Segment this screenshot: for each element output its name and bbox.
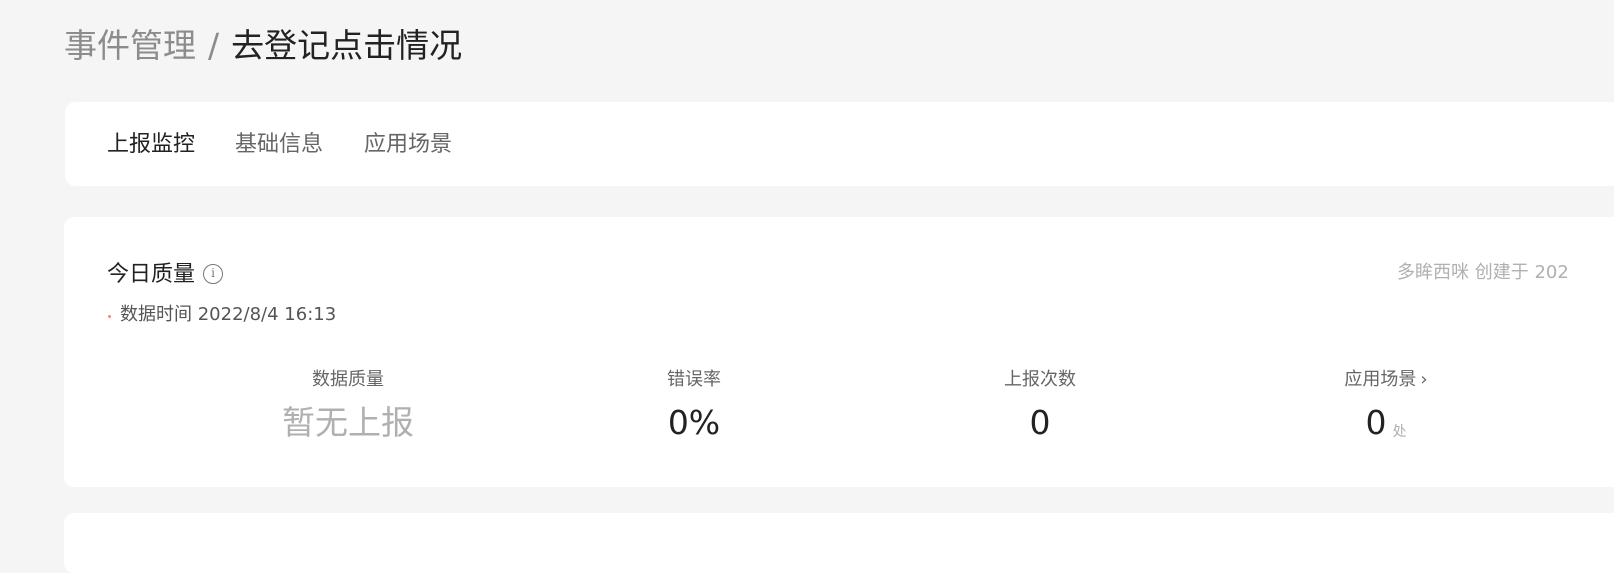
metric-value-row: 0处: [1236, 403, 1536, 452]
section-title: 今日质量: [107, 262, 196, 287]
tab-basic-info[interactable]: 基础信息: [235, 130, 323, 160]
metric-value: 0%: [667, 403, 721, 442]
metric-label: 上报次数: [1004, 369, 1076, 390]
metric-value: 0: [1029, 403, 1051, 442]
metric-error-rate: 错误率 0%: [544, 367, 844, 443]
info-icon[interactable]: i: [203, 264, 223, 284]
metric-unit: 处: [1392, 424, 1407, 440]
next-card: [64, 513, 1614, 573]
quality-card: 今日质量 i 数据时间 2022/8/4 16:13 多眸西咪 创建于 202 …: [64, 217, 1614, 487]
creator-info: 多眸西咪 创建于 202: [1397, 262, 1569, 283]
metric-link[interactable]: 应用场景 ›: [1236, 367, 1536, 393]
breadcrumb-current: 去登记点击情况: [231, 26, 463, 65]
metric-data-quality: 数据质量 暂无上报: [198, 367, 498, 443]
metric-label: 数据质量: [312, 369, 384, 390]
metric-label: 应用场景: [1344, 369, 1417, 390]
metric-value: 暂无上报: [282, 403, 414, 442]
metric-value: 0: [1365, 403, 1387, 442]
data-time: 数据时间 2022/8/4 16:13: [120, 304, 337, 325]
tab-report-monitor[interactable]: 上报监控: [107, 130, 195, 160]
breadcrumb-parent[interactable]: 事件管理: [64, 26, 196, 65]
breadcrumb: 事件管理 / 去登记点击情况: [64, 26, 462, 66]
metric-label: 错误率: [667, 369, 721, 390]
chevron-right-icon[interactable]: ›: [1420, 367, 1427, 393]
breadcrumb-separator: /: [208, 26, 220, 65]
tabs-card: 上报监控 基础信息 应用场景: [65, 102, 1614, 186]
tab-application-scenarios[interactable]: 应用场景: [364, 130, 452, 160]
metric-application-scenarios: 应用场景 › 0处: [1236, 367, 1536, 452]
status-dot: [108, 315, 111, 318]
metric-report-count: 上报次数 0: [890, 367, 1190, 443]
